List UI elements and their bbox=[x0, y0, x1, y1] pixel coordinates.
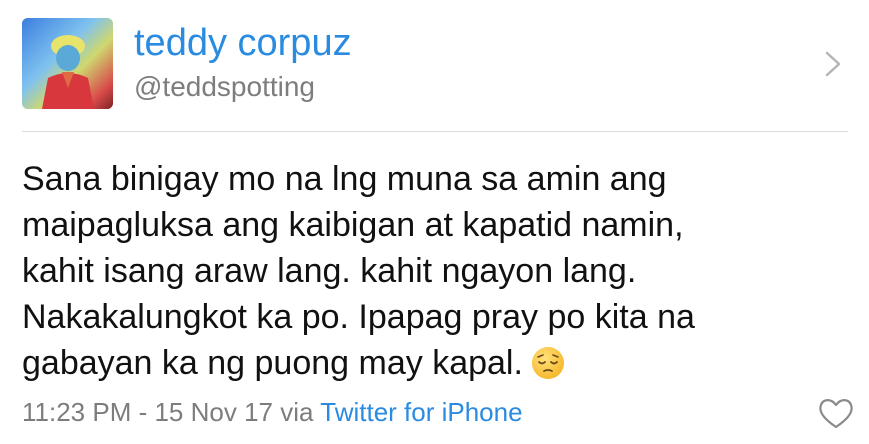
tweet-text-last-line: gabayan ka ng puong may kapal. bbox=[22, 340, 822, 392]
heart-outline-icon[interactable] bbox=[817, 396, 855, 430]
tweet-text-line: Nakakalungkot ka po. Ipapag pray po kita… bbox=[22, 298, 695, 336]
header-divider bbox=[22, 131, 848, 132]
tweet-text-line: kahit isang araw lang. kahit ngayon lang… bbox=[22, 252, 637, 290]
tweet-source-link[interactable]: Twitter for iPhone bbox=[320, 397, 522, 427]
user-display-name[interactable]: teddy corpuz bbox=[134, 20, 352, 66]
tweet-timestamp[interactable]: 11:23 PM - 15 Nov 17 bbox=[22, 397, 273, 427]
tweet-meta: 11:23 PM - 15 Nov 17 via Twitter for iPh… bbox=[22, 395, 523, 429]
tweet-text-line: gabayan ka ng puong may kapal. bbox=[22, 344, 523, 382]
via-label: via bbox=[280, 397, 314, 427]
tweet-text: Sana binigay mo na lng muna sa amin ang … bbox=[22, 156, 822, 392]
user-handle[interactable]: @teddspotting bbox=[134, 70, 315, 104]
chevron-right-icon[interactable] bbox=[823, 50, 843, 78]
tweet-text-line: maipagluksa ang kaibigan at kapatid nami… bbox=[22, 206, 684, 244]
tweet-header: teddy corpuz @teddspotting bbox=[22, 18, 847, 110]
pensive-face-icon bbox=[531, 346, 565, 392]
tweet-text-line: Sana binigay mo na lng muna sa amin ang bbox=[22, 160, 667, 198]
avatar[interactable] bbox=[22, 18, 113, 109]
